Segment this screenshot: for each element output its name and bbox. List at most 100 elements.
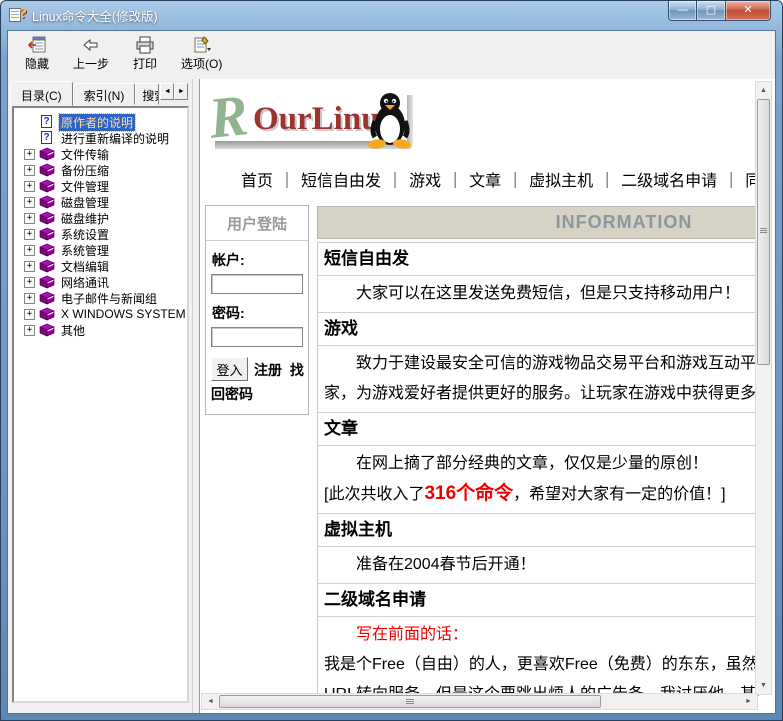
tree-item-label: 磁盘维护 [59, 210, 111, 227]
info-section-heading: 短信自由发 [318, 243, 759, 276]
nav-link[interactable]: 文章 [469, 173, 501, 190]
options-button[interactable]: 选项(O) [172, 33, 231, 75]
tab-contents[interactable]: 目录(C) [10, 81, 73, 106]
client-area: 隐藏 上一步 打印 [7, 30, 776, 714]
help-page-icon: ? [39, 131, 56, 145]
tree-item-label: 磁盘管理 [59, 194, 111, 211]
horizontal-scroll-thumb[interactable] [219, 695, 601, 708]
info-text-line: 家，为游戏爱好者提供更好的服务。让玩家在游戏中获得更多的乐趣 [324, 379, 759, 409]
tab-index[interactable]: 索引(N) [73, 83, 136, 105]
tree-item[interactable]: +文件传输 [16, 146, 185, 162]
info-paragraph: 致力于建设最安全可信的游戏物品交易平台和游戏互动平台，成为玩家，为游戏爱好者提供… [318, 346, 759, 413]
book-icon [39, 243, 56, 257]
nav-link[interactable]: 首页 [241, 173, 273, 190]
tree-item[interactable]: +其他 [16, 322, 185, 338]
login-button[interactable]: 登入 [211, 357, 248, 381]
scroll-left-icon[interactable]: ◄ [203, 694, 218, 709]
body-text: 家，为游戏爱好者提供更好的服务。让玩家在游戏中获得更多的乐趣 [324, 385, 759, 402]
pane-splitter[interactable] [192, 79, 199, 713]
password-input[interactable] [211, 327, 303, 347]
minimize-button[interactable]: — [668, 1, 697, 21]
tree-item[interactable]: +系统管理 [16, 242, 185, 258]
tree-item[interactable]: +电子邮件与新闻组 [16, 290, 185, 306]
navigation-pane: 目录(C) 索引(N) 搜索(S) ◄ ► ?原作者的说明?进行重新编译的说明+… [8, 79, 192, 713]
nav-link[interactable]: 虚拟主机 [529, 173, 593, 190]
info-section-heading: 游戏 [318, 313, 759, 346]
tree-item[interactable]: +备份压缩 [16, 162, 185, 178]
dropdown-arrow-icon [207, 48, 211, 51]
tree-item[interactable]: + 磁盘维护 [16, 210, 185, 226]
expander-icon[interactable]: + [24, 245, 35, 256]
expander-icon[interactable]: + [24, 149, 35, 160]
information-table: 短信自由发大家可以在这里发送免费短信，但是只支持移动用户！游戏致力于建设最安全可… [317, 242, 759, 697]
body-text: 在网上摘了部分经典的文章，仅仅是少量的原创！ [356, 455, 708, 472]
tree-item[interactable]: +X WINDOWS SYSTEM [16, 306, 185, 322]
book-icon [39, 179, 56, 193]
tree-item-label: 系统设置 [59, 226, 111, 243]
info-text-line: 准备在2004春节后开通！ [324, 550, 759, 580]
tree-item[interactable]: + 系统设置 [16, 226, 185, 242]
vertical-scroll-thumb[interactable] [757, 99, 770, 365]
close-button[interactable]: ✕ [725, 1, 771, 21]
info-section-heading: 虚拟主机 [318, 514, 759, 547]
expander-icon[interactable]: + [24, 261, 35, 272]
tree-item[interactable]: +文件管理 [16, 178, 185, 194]
back-button[interactable]: 上一步 [64, 33, 118, 75]
hide-icon [27, 36, 47, 54]
expander-icon[interactable]: + [24, 197, 35, 208]
info-section-heading: 文章 [318, 413, 759, 446]
nav-link[interactable]: 短信自由发 [301, 173, 381, 190]
info-section-heading: 二级域名申请 [318, 584, 759, 617]
account-input[interactable] [211, 274, 303, 294]
print-button[interactable]: 打印 [120, 33, 170, 75]
scroll-right-icon[interactable]: ► [741, 694, 756, 709]
expander-icon[interactable]: + [24, 165, 35, 176]
tree-item[interactable]: + 文档编辑 [16, 258, 185, 274]
expander-icon[interactable]: + [24, 213, 35, 224]
logo-mark: R [206, 81, 251, 152]
info-text-line: 写在前面的话： [324, 620, 759, 650]
login-box: 用户登陆 帐户: 密码: 登入注册 找回密码 [205, 205, 309, 415]
options-button-label: 选项(O) [181, 55, 222, 72]
scroll-down-icon[interactable]: ▼ [756, 678, 771, 693]
options-icon [192, 36, 212, 54]
body-text: 大家可以在这里发送免费短信，但是只支持移动用户！ [356, 285, 740, 302]
tree-item[interactable]: ?进行重新编译的说明 [16, 130, 185, 146]
tab-strip: 目录(C) 索引(N) 搜索(S) ◄ ► [8, 79, 192, 105]
contents-tree[interactable]: ?原作者的说明?进行重新编译的说明+文件传输+备份压缩+文件管理+磁盘管理+磁盘… [12, 106, 189, 703]
scroll-up-icon[interactable]: ▲ [756, 83, 771, 98]
nav-link[interactable]: 二级域名申请 [621, 173, 717, 190]
nav-separator: ｜ [441, 173, 469, 190]
highlighted-text: 316个命令 [424, 483, 513, 504]
body-text: 致力于建设最安全可信的游戏物品交易平台和游戏互动平台，成为玩 [356, 355, 759, 372]
expander-icon[interactable]: + [24, 309, 35, 320]
tree-item[interactable]: ?原作者的说明 [16, 114, 185, 130]
expander-icon[interactable]: + [24, 277, 35, 288]
expander-icon[interactable]: + [24, 325, 35, 336]
expander-icon[interactable]: + [24, 293, 35, 304]
expander-icon[interactable]: + [24, 181, 35, 192]
book-icon [39, 291, 56, 305]
tree-item[interactable]: +网络通讯 [16, 274, 185, 290]
maximize-button[interactable]: ▢ [697, 1, 725, 21]
tree-item[interactable]: + 磁盘管理 [16, 194, 185, 210]
nav-separator: ｜ [381, 173, 409, 190]
book-icon [39, 275, 56, 289]
vertical-scrollbar[interactable]: ▲ ▼ [755, 81, 772, 695]
register-link[interactable]: 注册 [254, 362, 282, 378]
information-column: INFORMATION 短信自由发大家可以在这里发送免费短信，但是只支持移动用户… [317, 206, 759, 697]
tree-item-label: 进行重新编译的说明 [59, 130, 171, 147]
expander-icon[interactable]: + [24, 229, 35, 240]
help-viewer-window: ? Linux命令大全(修改版) — ▢ ✕ 隐藏 [0, 0, 783, 721]
hide-button[interactable]: 隐藏 [12, 33, 62, 75]
info-paragraph: 在网上摘了部分经典的文章，仅仅是少量的原创！[此次共收入了316个命令，希望对大… [318, 446, 759, 514]
info-text-line: 致力于建设最安全可信的游戏物品交易平台和游戏互动平台，成为玩 [324, 349, 759, 379]
tux-penguin-icon [367, 91, 413, 149]
tab-scroll-right-icon[interactable]: ► [174, 83, 188, 100]
help-page-icon: ? [39, 115, 56, 129]
nav-link[interactable]: 游戏 [409, 173, 441, 190]
tab-search[interactable]: 搜索(S) [135, 83, 159, 105]
tab-scroll-left-icon[interactable]: ◄ [160, 83, 174, 100]
horizontal-scrollbar[interactable]: ◄ ► [201, 693, 758, 710]
tree-item-label: 文档编辑 [59, 258, 111, 275]
